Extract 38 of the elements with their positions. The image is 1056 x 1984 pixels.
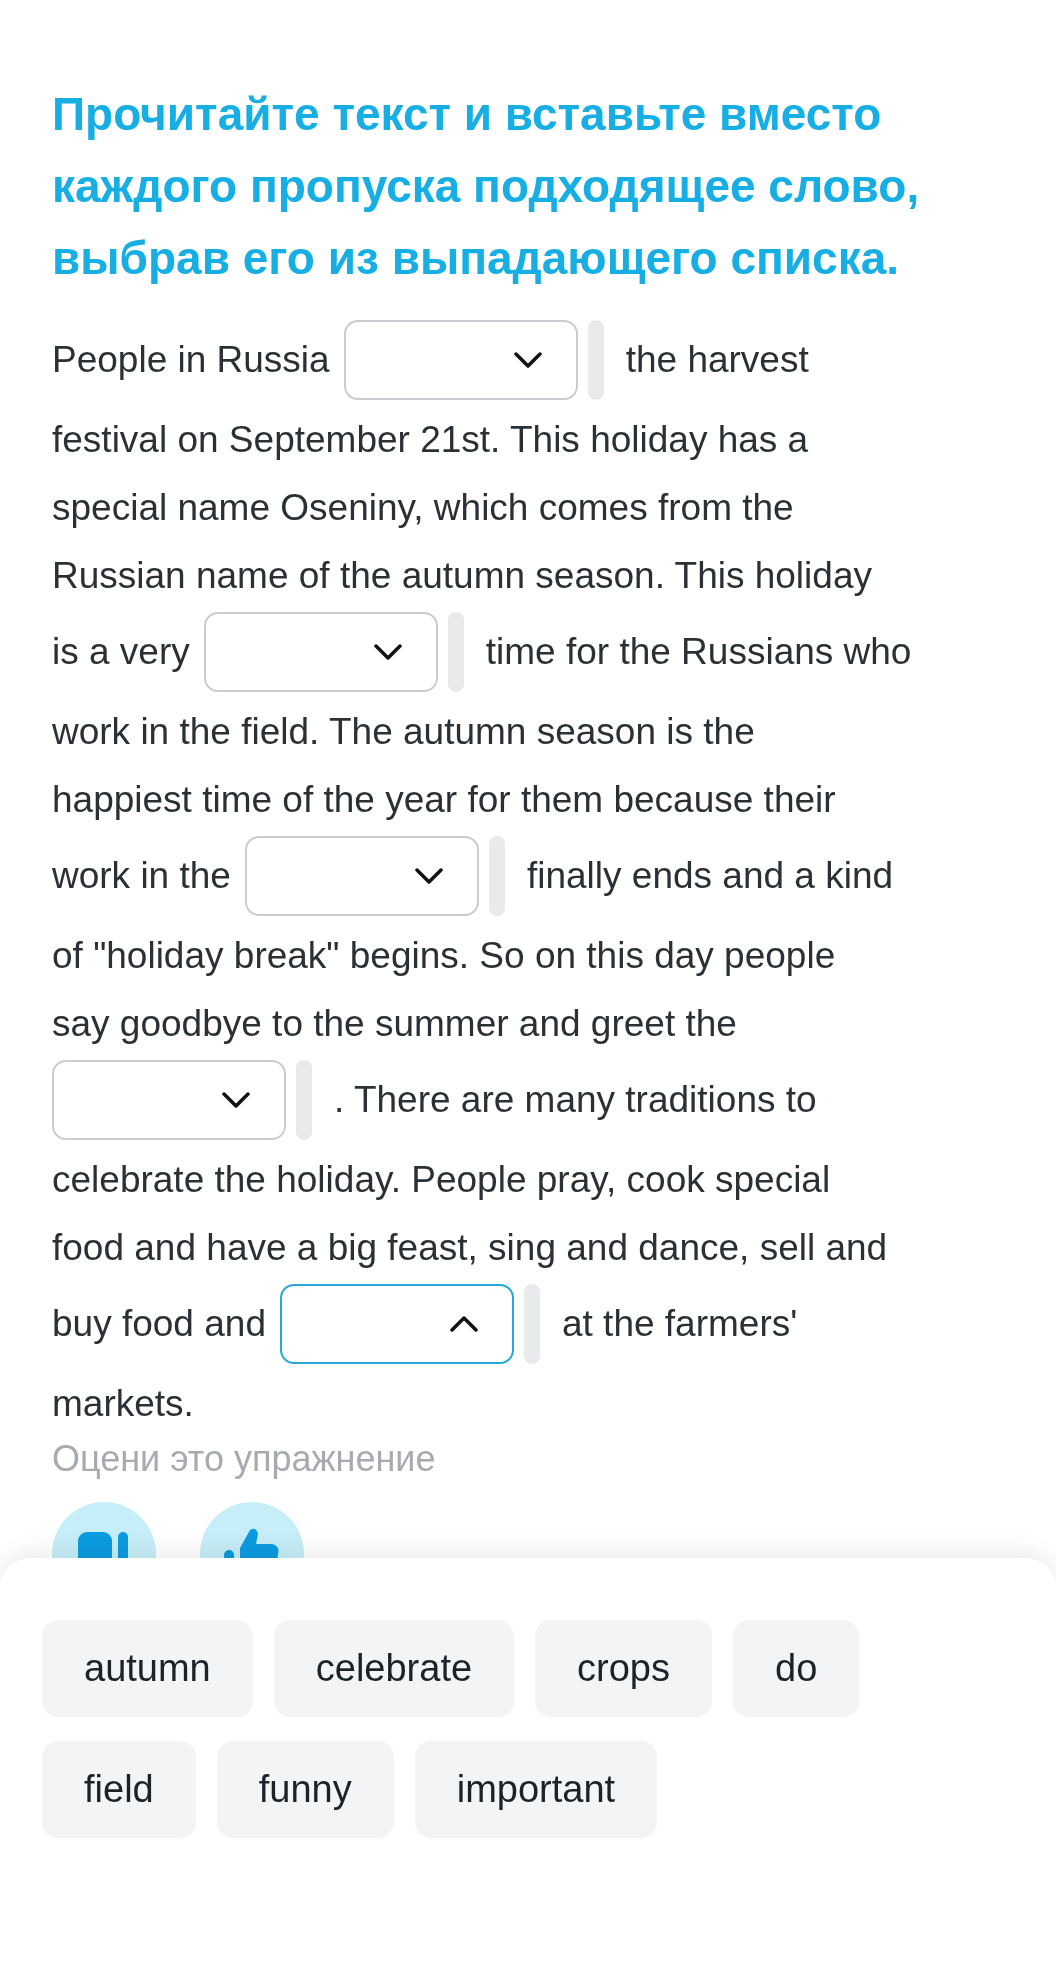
passage-text: time for the Russians who [485, 630, 912, 674]
passage-text: work in the field. The autumn season is the [52, 710, 755, 754]
passage-text: the harvest [625, 338, 809, 382]
word-chip[interactable]: autumn [42, 1620, 253, 1717]
passage-text: festival on September 21st. This holiday has a [52, 418, 809, 462]
passage-text: . There are many traditions to [334, 1078, 817, 1122]
chevron-down-icon [513, 350, 542, 370]
word-chip[interactable]: important [414, 1741, 658, 1838]
rating-prompt: Оцени это упражнение [52, 1437, 437, 1481]
word-chip[interactable]: do [733, 1620, 860, 1717]
chevron-down-icon [373, 642, 402, 662]
chevron-up-icon [449, 1314, 478, 1334]
chevron-down-icon [414, 866, 443, 886]
passage-text: work in the [52, 854, 231, 898]
word-chip[interactable]: celebrate [273, 1620, 515, 1717]
word-chip[interactable]: crops [535, 1620, 712, 1717]
answer-dropdown[interactable] [343, 320, 578, 400]
instruction-heading: Прочитайте текст и вставьте вместо каждого пропуска подходящее слово, выбрав его из выпадающего списка. [52, 87, 921, 286]
answer-dropdown[interactable] [203, 612, 438, 692]
passage-text: Russian name of the autumn season. This holiday [52, 554, 872, 598]
answer-dropdown[interactable] [244, 836, 479, 916]
passage-text: of "holiday break" begins. So on this day people [52, 934, 836, 978]
passage-text: People in Russia [52, 338, 330, 382]
passage-text: celebrate the holiday. People pray, cook special [52, 1158, 831, 1202]
answer-dropdown[interactable] [52, 1060, 286, 1140]
word-chip[interactable]: funny [216, 1741, 394, 1838]
passage-text: finally ends and a kind [526, 854, 894, 898]
passage-text: buy food and [52, 1302, 266, 1346]
passage-text: markets. [52, 1382, 194, 1426]
passage-text: special name Oseniny, which comes from the [52, 486, 794, 530]
passage-text: at the farmers' [561, 1302, 798, 1346]
passage-text: happiest time of the year for them because their [52, 778, 836, 822]
passage-text: is a very [52, 630, 190, 674]
word-chip[interactable]: field [42, 1741, 196, 1838]
passage-text: say goodbye to the summer and greet the [52, 1002, 737, 1046]
passage-text: food and have a big feast, sing and dance, sell and [52, 1226, 888, 1270]
chevron-down-icon [222, 1090, 250, 1110]
answer-dropdown[interactable] [279, 1284, 514, 1364]
